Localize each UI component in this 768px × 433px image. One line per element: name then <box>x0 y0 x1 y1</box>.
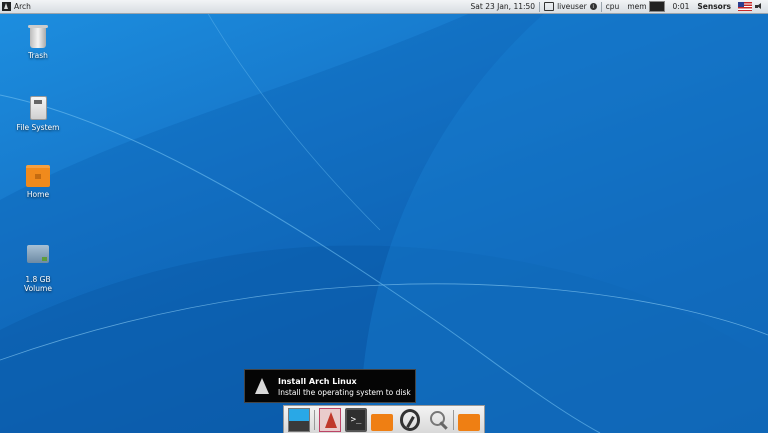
app-finder-search-icon[interactable] <box>427 408 449 432</box>
desktop-icon-label: Trash <box>28 51 48 60</box>
show-desktop-button[interactable] <box>288 407 310 432</box>
launcher-tooltip: Install Arch Linux Install the operating… <box>244 369 416 403</box>
terminal-launcher[interactable]: >_ <box>344 407 368 432</box>
top-panel: Arch Sat 23 Jan, 11:50 liveuser i cpu me… <box>0 0 768 14</box>
tooltip-description: Install the operating system to disk <box>278 388 411 397</box>
drive-icon <box>29 96 47 120</box>
terminal-icon: >_ <box>350 414 362 425</box>
desktop-icon-label: 1.8 GB Volume <box>24 275 52 293</box>
user-menu[interactable]: liveuser i <box>540 0 601 13</box>
dock-separator <box>314 409 315 430</box>
us-flag-keyboard-icon[interactable] <box>738 2 752 11</box>
user-name: liveuser <box>557 2 587 11</box>
dock-separator <box>453 409 455 430</box>
removable-drive-icon <box>27 245 49 263</box>
tooltip-title: Install Arch Linux <box>278 377 357 386</box>
menu-label: Arch <box>14 2 31 11</box>
file-manager-launcher[interactable] <box>371 413 393 431</box>
applications-menu-button[interactable]: Arch <box>0 0 31 13</box>
desktop-icon-label: Home <box>26 190 50 199</box>
volume-icon[interactable] <box>755 2 764 11</box>
cpu-monitor[interactable]: cpu <box>602 0 624 13</box>
desktop-icon-volume[interactable]: 1.8 GB Volume <box>8 236 68 302</box>
clock[interactable]: Sat 23 Jan, 11:50 <box>467 0 540 13</box>
sensors-button[interactable]: Sensors <box>693 0 735 13</box>
uptime: 0:01 <box>672 2 690 11</box>
monitor-icon <box>544 2 555 11</box>
home-folder-icon <box>26 165 50 187</box>
arch-logo-icon <box>2 2 11 11</box>
trash-icon <box>28 25 48 48</box>
mem-monitor[interactable]: mem <box>623 0 668 13</box>
folder-launcher[interactable] <box>458 413 480 431</box>
mem-graph-icon <box>648 1 665 12</box>
arch-installer-icon <box>255 378 269 394</box>
info-icon: i <box>589 3 597 10</box>
mem-label: mem <box>627 2 647 11</box>
desktop-icon-trash[interactable]: Trash <box>8 25 68 60</box>
install-arch-linux-launcher[interactable] <box>318 407 341 432</box>
desktop-icon-label: File System <box>16 123 60 132</box>
dock: >_ <box>283 405 485 433</box>
desktop-icon-home[interactable]: Home <box>8 165 68 199</box>
web-browser-launcher[interactable] <box>399 408 421 431</box>
desktop-icon-file-system[interactable]: File System <box>8 96 68 132</box>
cpu-label: cpu <box>605 2 620 11</box>
